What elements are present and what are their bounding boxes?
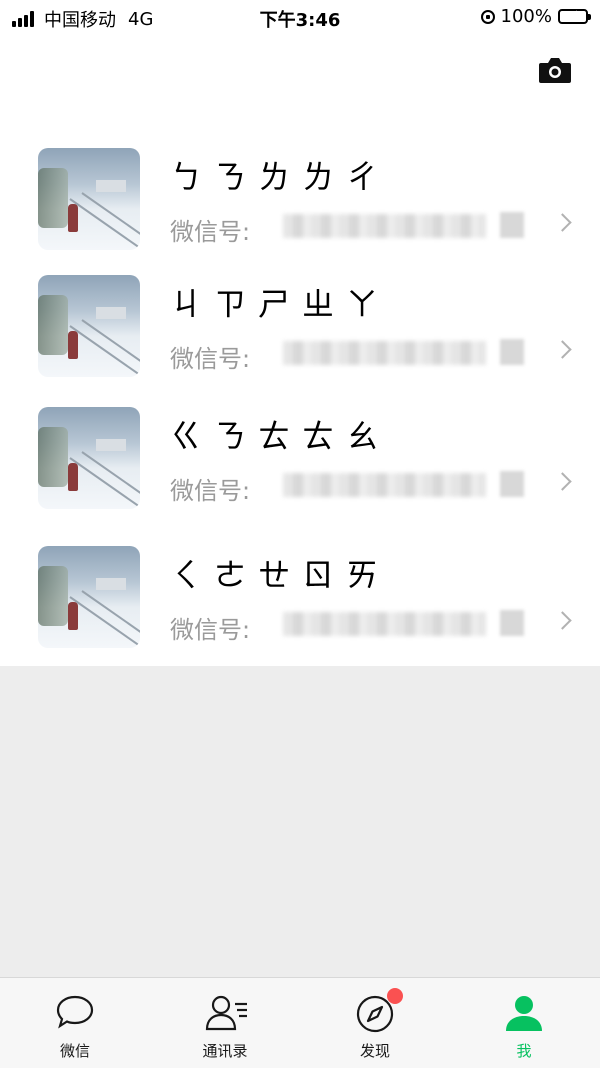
tab-label: 微信 bbox=[59, 1042, 90, 1060]
qr-code-icon[interactable] bbox=[500, 610, 524, 636]
notification-badge bbox=[387, 988, 403, 1004]
tab-me[interactable]: 我 bbox=[474, 978, 574, 1068]
avatar bbox=[38, 407, 140, 509]
account-name: ㄐㄗㄕㄓㄚ bbox=[170, 285, 391, 323]
top-area bbox=[0, 34, 600, 116]
avatar bbox=[38, 546, 140, 648]
person-icon bbox=[506, 996, 542, 1031]
tab-chats[interactable]: 微信 bbox=[25, 978, 125, 1068]
account-name: ㄍㄋㄊㄊㄠ bbox=[170, 417, 391, 455]
chat-bubble-icon bbox=[56, 995, 94, 1029]
tab-bar: 微信 通讯录 发现 我 bbox=[0, 977, 600, 1068]
account-name: ㄅㄋㄌㄌㄔ bbox=[170, 158, 391, 196]
tab-label: 发现 bbox=[359, 1042, 390, 1060]
account-item[interactable]: ㄑㄜㄝㄖㄞ 微信号: bbox=[0, 514, 600, 648]
account-item[interactable]: ㄍㄋㄊㄊㄠ 微信号: bbox=[0, 375, 600, 509]
wechat-id-redacted bbox=[283, 612, 486, 636]
account-list: ㄅㄋㄌㄌㄔ 微信号: ㄐㄗㄕㄓㄚ 微信号: ㄍㄋㄊㄊㄠ 微信号: ㄑㄜㄝㄖㄞ 微… bbox=[0, 116, 600, 666]
camera-icon[interactable] bbox=[538, 56, 572, 84]
qr-code-icon[interactable] bbox=[500, 212, 524, 238]
wechat-id-label: 微信号: bbox=[170, 616, 251, 644]
battery-percent: 100% bbox=[500, 6, 552, 27]
wechat-id-redacted bbox=[283, 341, 486, 365]
avatar bbox=[38, 148, 140, 250]
chevron-right-icon bbox=[553, 611, 572, 630]
account-item[interactable]: ㄅㄋㄌㄌㄔ 微信号: bbox=[0, 116, 600, 250]
contacts-icon bbox=[205, 995, 247, 1031]
battery-icon: ⚡ bbox=[558, 9, 591, 24]
wechat-id-redacted bbox=[283, 214, 486, 238]
wechat-id-label: 微信号: bbox=[170, 477, 251, 505]
chevron-right-icon bbox=[553, 213, 572, 232]
wechat-id-redacted bbox=[283, 473, 486, 497]
qr-code-icon[interactable] bbox=[500, 471, 524, 497]
account-item[interactable]: ㄐㄗㄕㄓㄚ 微信号: bbox=[0, 243, 600, 377]
tab-label: 通讯录 bbox=[202, 1042, 248, 1060]
wechat-id-label: 微信号: bbox=[170, 345, 251, 373]
wechat-id-label: 微信号: bbox=[170, 218, 251, 246]
avatar bbox=[38, 275, 140, 377]
status-right: 100% ⚡ bbox=[480, 6, 591, 27]
status-bar: 中国移动 4G 下午3:46 100% ⚡ bbox=[0, 0, 600, 34]
chevron-right-icon bbox=[553, 472, 572, 491]
tab-discover[interactable]: 发现 bbox=[325, 978, 425, 1068]
qr-code-icon[interactable] bbox=[500, 339, 524, 365]
tab-contacts[interactable]: 通讯录 bbox=[175, 978, 275, 1068]
tab-label: 我 bbox=[516, 1042, 532, 1060]
chevron-right-icon bbox=[553, 340, 572, 359]
rotation-lock-icon bbox=[480, 9, 495, 24]
account-name: ㄑㄜㄝㄖㄞ bbox=[170, 556, 391, 594]
